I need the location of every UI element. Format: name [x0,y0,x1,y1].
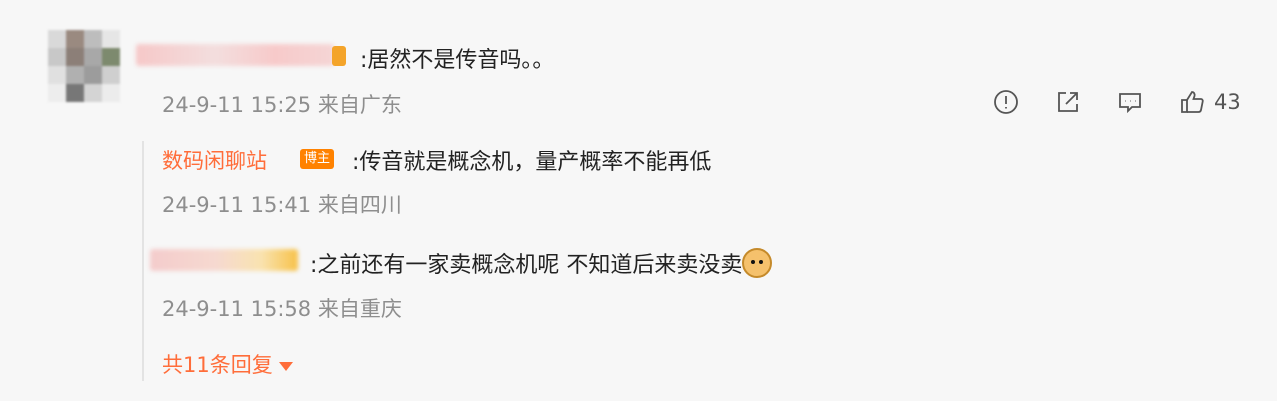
comment-meta: 24-9-11 15:25 来自广东 [162,93,402,117]
report-button[interactable] [990,86,1022,118]
caret-down-icon [278,361,293,371]
more-replies-label: 共11条回复 [162,353,273,377]
reply-username-redacted[interactable] [150,249,298,271]
like-button[interactable]: 43 [1176,86,1241,118]
comment-button[interactable] [1114,86,1146,118]
username-redacted[interactable] [136,44,334,66]
comment-icon [1119,93,1141,114]
share-button[interactable] [1052,86,1084,118]
reply-meta: 24-9-11 15:41 来自四川 [162,193,402,217]
like-count: 43 [1214,90,1241,114]
share-icon [1058,92,1078,112]
reply-author[interactable]: 数码闲聊站 [162,145,267,175]
doge-emoji-icon [742,248,773,278]
avatar[interactable] [48,30,120,102]
reply-text-content: :之前还有一家卖概念机呢 不知道后来卖没卖 [310,253,743,278]
comment-thread: :居然不是传音吗。。 24-9-11 15:25 来自广东 43 数码闲聊站 博… [0,0,1277,401]
more-replies-link[interactable]: 共11条回复 [162,349,293,379]
reply-text: :传音就是概念机，量产概率不能再低 [352,150,712,175]
report-icon [994,90,1018,114]
comment-actions: 43 [990,86,1241,118]
reply-text: :之前还有一家卖概念机呢 不知道后来卖没卖 [310,247,773,279]
reply-thread-line [142,141,144,381]
author-badge: 博主 [300,149,335,169]
thumbs-up-icon [1181,91,1204,113]
comment-text: :居然不是传音吗。。 [360,48,555,73]
member-badge-icon [332,46,346,66]
reply-meta: 24-9-11 15:58 来自重庆 [162,297,402,321]
